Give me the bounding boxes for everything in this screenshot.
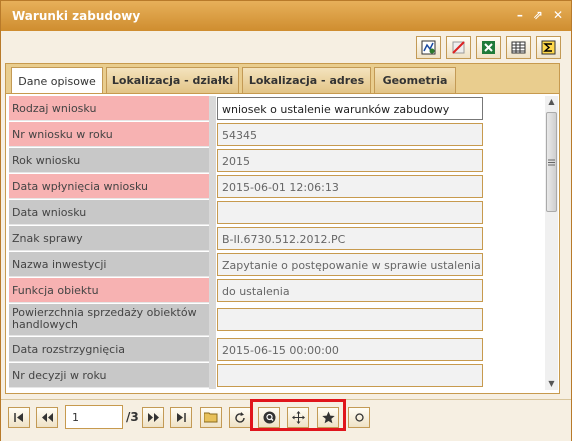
sum-button[interactable] xyxy=(536,36,561,59)
data-wplyniecia-field[interactable]: 2015-06-01 12:06:13 xyxy=(217,175,483,198)
circle-icon xyxy=(354,413,364,422)
tab-label: Geometria xyxy=(382,74,448,87)
nr-decyzji-field[interactable] xyxy=(217,364,483,387)
row-gap xyxy=(209,148,216,174)
excel-icon xyxy=(482,41,495,54)
scroll-down-icon[interactable]: ▼ xyxy=(545,378,558,390)
table-icon xyxy=(511,41,526,54)
tab-geometria[interactable]: Geometria xyxy=(374,67,456,93)
refresh-icon xyxy=(235,411,245,423)
field-label: Nr wniosku w roku xyxy=(9,122,209,147)
title-controls: – ⇗ ✕ xyxy=(517,8,563,22)
window-title: Warunki zabudowy xyxy=(12,9,141,23)
tab-label: Dane opisowe xyxy=(18,75,96,88)
previous-page-button[interactable] xyxy=(36,407,58,428)
page-total: /3 xyxy=(126,410,139,424)
field-label: Data rozstrzygnięcia xyxy=(9,337,209,362)
first-page-icon xyxy=(14,413,23,422)
nr-wniosku-field[interactable]: 54345 xyxy=(217,123,483,146)
field-label: Funkcja obiektu xyxy=(9,278,209,303)
grip-icon xyxy=(548,159,555,165)
tab-bar: Dane opisowe Lokalizacja - działki Lokal… xyxy=(5,63,560,95)
tab-label: Lokalizacja - działki xyxy=(111,74,234,87)
tab-lokalizacja-dzialki[interactable]: Lokalizacja - działki xyxy=(106,67,239,93)
field-label: Data wpłynięcia wniosku xyxy=(9,174,209,199)
rok-wniosku-field[interactable]: 2015 xyxy=(217,149,483,172)
row-gap xyxy=(209,122,216,148)
vertical-scrollbar[interactable]: ▲ ▼ xyxy=(545,96,558,390)
znak-sprawy-field[interactable]: B-II.6730.512.2012.PC xyxy=(217,227,483,250)
tab-lokalizacja-adres[interactable]: Lokalizacja - adres xyxy=(242,67,371,93)
folder-icon xyxy=(204,412,218,423)
minimize-icon[interactable]: – xyxy=(517,8,523,22)
clear-button[interactable] xyxy=(446,36,471,59)
report-button[interactable] xyxy=(416,36,441,59)
clear-icon xyxy=(452,41,465,54)
refresh-button[interactable] xyxy=(229,407,251,428)
powierzchnia-sprzedazy-field[interactable] xyxy=(217,308,483,331)
last-page-button[interactable] xyxy=(170,407,192,428)
funkcja-obiektu-field[interactable]: do ustalenia xyxy=(217,279,483,302)
sum-icon xyxy=(541,40,556,55)
previous-page-icon xyxy=(41,413,53,422)
row-gap xyxy=(209,278,216,304)
field-label: Nr decyzji w roku xyxy=(9,363,209,388)
data-rozstrzygniecia-field[interactable]: 2015-06-15 00:00:00 xyxy=(217,338,483,361)
field-label: Rodzaj wniosku xyxy=(9,96,209,121)
popout-icon[interactable]: ⇗ xyxy=(533,8,543,22)
row-gap xyxy=(209,363,216,389)
report-icon xyxy=(421,40,436,55)
row-gap xyxy=(209,174,216,200)
scroll-thumb[interactable] xyxy=(546,112,557,212)
next-page-icon xyxy=(147,413,159,422)
next-page-button[interactable] xyxy=(142,407,164,428)
field-label: Nazwa inwestycji xyxy=(9,252,209,277)
form-panel: Rodzaj wniosku wniosek o ustalenie warun… xyxy=(5,93,560,394)
nazwa-inwestycji-field[interactable]: Zapytanie o postępowanie w sprawie ustal… xyxy=(217,253,483,276)
rodzaj-wniosku-field[interactable]: wniosek o ustalenie warunków zabudowy xyxy=(217,97,483,120)
page-number-input[interactable]: 1 xyxy=(65,405,123,429)
field-label: Powierzchnia sprzedaży obiektów handlowy… xyxy=(9,304,209,336)
circle-button[interactable] xyxy=(348,407,370,428)
row-gap xyxy=(209,200,216,226)
close-icon[interactable]: ✕ xyxy=(553,8,563,22)
field-label: Rok wniosku xyxy=(9,148,209,173)
title-bar[interactable]: Warunki zabudowy – ⇗ ✕ xyxy=(1,1,571,31)
row-gap xyxy=(209,252,216,278)
row-gap xyxy=(209,226,216,252)
window: Warunki zabudowy – ⇗ ✕ Dane opisowe Loka… xyxy=(0,0,572,441)
toolbar xyxy=(416,36,561,59)
last-page-icon xyxy=(177,413,186,422)
scroll-up-icon[interactable]: ▲ xyxy=(545,96,558,108)
first-page-button[interactable] xyxy=(8,407,30,428)
table-button[interactable] xyxy=(506,36,531,59)
field-label: Znak sprawy xyxy=(9,226,209,251)
open-folder-button[interactable] xyxy=(200,407,222,428)
data-wniosku-field[interactable] xyxy=(217,201,483,224)
row-gap xyxy=(209,304,216,337)
highlight-box xyxy=(250,399,346,431)
tab-label: Lokalizacja - adres xyxy=(248,74,365,87)
row-gap xyxy=(209,96,216,122)
row-gap xyxy=(209,337,216,363)
field-label: Data wniosku xyxy=(9,200,209,225)
excel-button[interactable] xyxy=(476,36,501,59)
tab-dane-opisowe[interactable]: Dane opisowe xyxy=(11,67,103,95)
